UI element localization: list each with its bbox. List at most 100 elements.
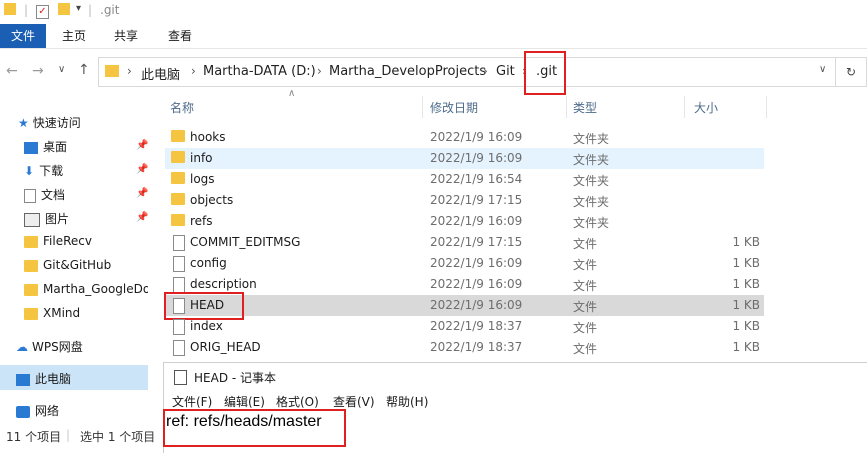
file-date: 2022/1/9 16:09 [430, 256, 523, 270]
customize-toolbar-icon[interactable]: ▾ [76, 3, 81, 14]
file-date: 2022/1/9 16:09 [430, 214, 523, 228]
file-size: 1 KB [732, 340, 760, 354]
menu-view[interactable]: 查看(V) [333, 393, 375, 410]
network-icon [16, 405, 30, 418]
sidebar-item-documents[interactable]: 文档 [24, 186, 65, 203]
cloud-icon: ☁ [16, 340, 28, 354]
table-row-selected[interactable]: HEAD 2022/1/9 16:09 文件 1 KB [165, 295, 764, 316]
notepad-title: HEAD - 记事本 [194, 371, 277, 385]
menu-edit[interactable]: 编辑(E) [224, 393, 265, 410]
column-header-name[interactable]: 名称 [170, 99, 194, 116]
pin-icon[interactable]: 📌 [136, 164, 148, 175]
tab-home[interactable]: 主页 [54, 24, 94, 48]
table-row[interactable]: logs 2022/1/9 16:54 文件夹 [165, 169, 764, 190]
sidebar-quick-access[interactable]: ★ 快速访问 [18, 114, 81, 131]
file-type: 文件 [573, 342, 598, 356]
tab-share[interactable]: 共享 [106, 24, 146, 48]
column-divider[interactable] [766, 96, 767, 118]
column-header-type[interactable]: 类型 [573, 99, 597, 116]
sidebar-item-filerecv[interactable]: FileRecv [24, 234, 92, 248]
table-row[interactable]: config 2022/1/9 16:09 文件 1 KB [165, 253, 764, 274]
file-name: description [190, 277, 257, 291]
file-icon [173, 277, 185, 293]
column-divider[interactable] [422, 96, 423, 118]
pin-icon[interactable]: 📌 [136, 140, 148, 151]
chevron-right-icon[interactable]: › [317, 64, 322, 78]
new-folder-icon[interactable] [58, 3, 70, 18]
sidebar-item-git-github[interactable]: Git&GitHub [24, 258, 111, 272]
file-date: 2022/1/9 16:09 [430, 130, 523, 144]
file-type: 文件夹 [573, 216, 610, 230]
menu-help[interactable]: 帮助(H) [386, 393, 428, 410]
breadcrumb-this-pc[interactable]: 此电脑 [141, 64, 180, 83]
file-date: 2022/1/9 16:09 [430, 277, 523, 291]
file-date: 2022/1/9 17:15 [430, 235, 523, 249]
folder-icon [171, 151, 185, 163]
properties-icon[interactable]: ✓ [36, 3, 49, 19]
folder-icon [24, 259, 38, 272]
table-row[interactable]: hooks 2022/1/9 16:09 文件夹 [165, 127, 764, 148]
column-header-size[interactable]: 大小 [694, 99, 718, 116]
sidebar-item-pictures[interactable]: 图片 [24, 210, 69, 227]
pin-icon[interactable]: 📌 [136, 188, 148, 199]
sidebar-item-downloads[interactable]: ⬇ 下载 [24, 162, 63, 179]
menu-file[interactable]: 文件(F) [172, 393, 212, 410]
up-arrow-icon[interactable]: ↑ [78, 62, 90, 78]
table-row[interactable]: refs 2022/1/9 16:09 文件夹 [165, 211, 764, 232]
file-name: hooks [190, 130, 226, 144]
sidebar-item-xmind[interactable]: XMind [24, 306, 80, 320]
file-size: 1 KB [732, 235, 760, 249]
folder-icon [171, 130, 185, 142]
column-divider[interactable] [566, 96, 567, 118]
file-type: 文件 [573, 300, 598, 314]
file-date: 2022/1/9 18:37 [430, 319, 523, 333]
tab-view[interactable]: 查看 [160, 24, 200, 48]
breadcrumb-drive[interactable]: Martha-DATA (D:) [203, 64, 316, 79]
table-row[interactable]: ORIG_HEAD 2022/1/9 18:37 文件 1 KB [165, 337, 764, 358]
forward-arrow-icon[interactable]: → [32, 63, 44, 79]
sidebar-this-pc[interactable]: 此电脑 [16, 370, 71, 387]
file-name: refs [190, 214, 213, 228]
file-name: COMMIT_EDITMSG [190, 235, 301, 249]
folder-icon[interactable] [4, 3, 16, 18]
menu-format[interactable]: 格式(O) [276, 393, 319, 410]
ribbon-tabs: 文件 主页 共享 查看 [0, 24, 867, 49]
chevron-right-icon[interactable]: › [483, 64, 488, 78]
table-row[interactable]: objects 2022/1/9 17:15 文件夹 [165, 190, 764, 211]
address-bar[interactable]: › 此电脑 › Martha-DATA (D:) › Martha_Develo… [98, 57, 836, 87]
file-icon [173, 340, 185, 356]
table-row[interactable]: info 2022/1/9 16:09 文件夹 [165, 148, 764, 169]
pin-icon[interactable]: 📌 [136, 212, 148, 223]
file-type: 文件夹 [573, 195, 610, 209]
sidebar-wps-drive[interactable]: ☁ WPS网盘 [16, 338, 83, 355]
file-name: index [190, 319, 223, 333]
table-row[interactable]: COMMIT_EDITMSG 2022/1/9 17:15 文件 1 KB [165, 232, 764, 253]
file-date: 2022/1/9 16:09 [430, 151, 523, 165]
breadcrumb-projects[interactable]: Martha_DevelopProjects [329, 64, 486, 79]
sidebar-item-desktop[interactable]: 桌面 [24, 138, 67, 155]
divider: | [66, 428, 71, 442]
file-name: ORIG_HEAD [190, 340, 261, 354]
file-date: 2022/1/9 17:15 [430, 193, 523, 207]
recent-locations-icon[interactable]: ∨ [58, 64, 65, 75]
sidebar-network[interactable]: 网络 [16, 402, 59, 419]
column-divider[interactable] [684, 96, 685, 118]
file-name: config [190, 256, 227, 270]
refresh-icon[interactable]: ↻ [836, 57, 867, 87]
chevron-right-icon[interactable]: › [191, 64, 196, 78]
address-dropdown-icon[interactable]: ∨ [819, 64, 826, 75]
breadcrumb-git[interactable]: Git [496, 64, 515, 79]
file-date: 2022/1/9 18:37 [430, 340, 523, 354]
table-row[interactable]: description 2022/1/9 16:09 文件 1 KB [165, 274, 764, 295]
back-arrow-icon[interactable]: ← [6, 63, 18, 79]
title-bar: | ✓ ▾ | .git [0, 0, 867, 22]
tab-file[interactable]: 文件 [0, 24, 46, 48]
sidebar-item-google-drive[interactable]: Martha_GoogleDo [24, 282, 148, 296]
file-date: 2022/1/9 16:09 [430, 298, 523, 312]
notepad-title-bar[interactable]: HEAD - 记事本 [164, 363, 867, 391]
column-header-modified[interactable]: 修改日期 [430, 99, 478, 116]
chevron-right-icon[interactable]: › [127, 64, 132, 78]
table-row[interactable]: index 2022/1/9 18:37 文件 1 KB [165, 316, 764, 337]
folder-icon [171, 172, 185, 184]
desktop-icon [24, 141, 38, 154]
